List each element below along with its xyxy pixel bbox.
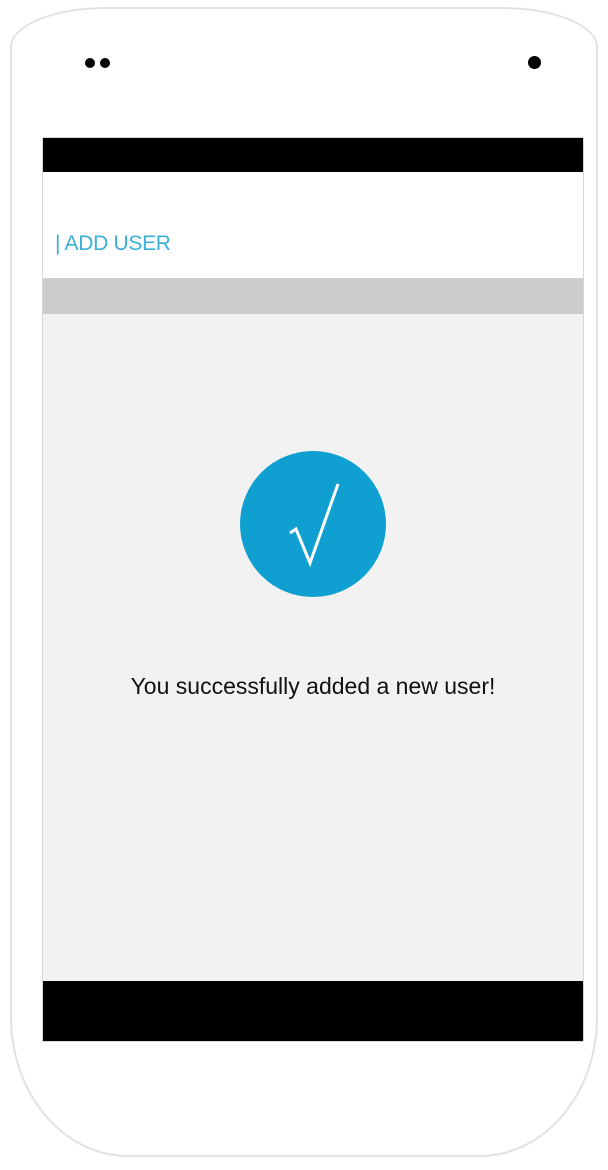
navigation-bar: [43, 981, 583, 1041]
header-divider-bar: [43, 279, 583, 314]
status-bar: [43, 138, 583, 172]
app-header: | ADD USER: [43, 172, 583, 279]
phone-sensor-dot: [100, 58, 110, 68]
page-title: | ADD USER: [55, 232, 171, 255]
phone-sensor-dot: [85, 58, 95, 68]
front-camera-icon: [528, 56, 541, 69]
app-screen: | ADD USER You successfully added a new …: [42, 137, 584, 1042]
success-message: You successfully added a new user!: [130, 673, 496, 699]
check-icon: [289, 483, 340, 568]
success-check-icon: [240, 451, 386, 597]
